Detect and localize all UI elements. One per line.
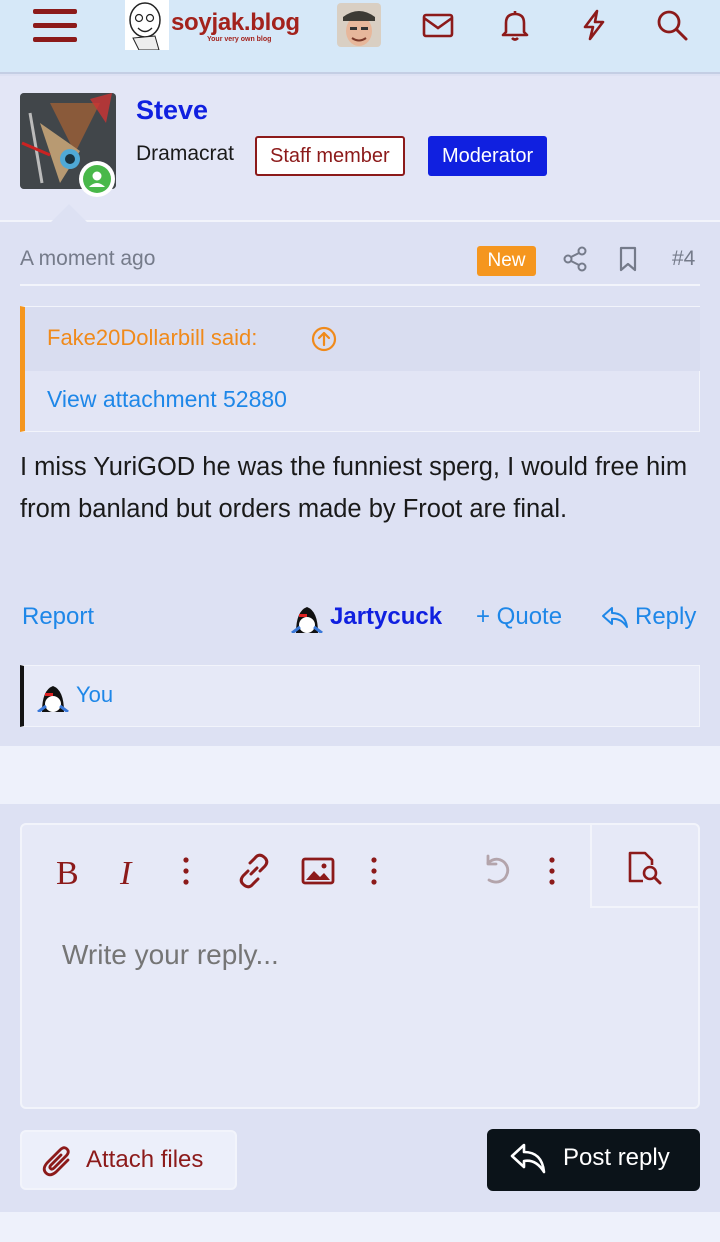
online-status-indicator — [79, 161, 115, 197]
post-author-card: Steve Dramacrat Staff member Moderator — [0, 76, 720, 222]
logo-tagline: Your very own blog — [207, 36, 272, 43]
quote-header: Fake20Dollarbill said: — [25, 307, 700, 371]
share-icon[interactable] — [561, 245, 589, 273]
bell-icon[interactable] — [498, 8, 532, 42]
bold-icon[interactable]: B — [48, 851, 88, 891]
quote-author[interactable]: Fake20Dollarbill said: — [47, 325, 257, 351]
menu-icon[interactable] — [33, 6, 77, 44]
report-link[interactable]: Report — [22, 603, 94, 631]
more-options-icon[interactable] — [166, 851, 206, 891]
more-options-icon[interactable] — [532, 851, 572, 891]
reply-label: Reply — [635, 603, 697, 630]
link-icon[interactable] — [234, 851, 274, 891]
reacting-username: Jartycuck — [330, 603, 443, 630]
divider — [20, 284, 700, 286]
reactions-bar[interactable]: You — [20, 665, 700, 727]
moderator-badge: Moderator — [428, 136, 548, 176]
author-username[interactable]: Steve — [136, 95, 208, 126]
search-icon[interactable] — [655, 8, 689, 42]
italic-icon[interactable]: I — [110, 851, 150, 891]
quote-button[interactable]: + Quote — [476, 603, 562, 631]
author-title: Dramacrat — [136, 142, 235, 165]
svg-text:I: I — [119, 855, 133, 891]
post-reply-label: Post reply — [563, 1144, 670, 1171]
avatar-image — [337, 3, 381, 47]
post-body: I miss YuriGOD he was the funniest sperg… — [20, 453, 688, 523]
reply-editor: B I — [20, 823, 700, 1109]
penguin-avatar-icon — [37, 686, 69, 712]
more-options-icon[interactable] — [354, 851, 394, 891]
card-pointer — [50, 204, 88, 223]
user-icon — [89, 171, 105, 187]
top-navigation-bar: soyjak.blog Your very own blog — [0, 0, 720, 74]
post-reply-button[interactable]: Post reply — [487, 1129, 700, 1191]
bookmark-icon[interactable] — [614, 245, 642, 273]
image-icon[interactable] — [298, 851, 338, 891]
svg-text:B: B — [56, 855, 79, 891]
arrow-up-circle-icon[interactable] — [310, 325, 338, 353]
post-number[interactable]: #4 — [672, 247, 695, 271]
staff-member-badge: Staff member — [255, 136, 405, 176]
quoted-post: Fake20Dollarbill said: View attachment 5… — [20, 306, 700, 432]
reaction-you-label[interactable]: You — [76, 682, 113, 708]
site-logo[interactable]: soyjak.blog Your very own blog — [125, 0, 305, 50]
separator-band — [0, 746, 720, 804]
user-avatar[interactable] — [337, 3, 381, 47]
logo-text: soyjak.blog — [171, 9, 300, 36]
reply-button[interactable]: Reply — [601, 601, 701, 635]
mail-icon[interactable] — [421, 8, 455, 42]
reply-icon — [510, 1143, 546, 1174]
reply-textbox[interactable] — [62, 930, 662, 980]
penguin-avatar-icon — [291, 607, 323, 633]
preview-icon — [628, 851, 662, 885]
new-badge: New — [477, 246, 536, 276]
post-date[interactable]: A moment ago — [20, 247, 155, 271]
attach-files-button[interactable]: Attach files — [20, 1130, 237, 1190]
lightning-icon[interactable] — [577, 8, 611, 42]
undo-icon[interactable] — [476, 851, 516, 891]
footer-band — [0, 1212, 720, 1242]
attach-files-label: Attach files — [86, 1146, 204, 1173]
soyjak-face-icon — [125, 0, 169, 50]
preview-button[interactable] — [590, 825, 700, 908]
reply-icon — [602, 607, 628, 628]
attachment-link[interactable]: View attachment 52880 — [47, 386, 287, 413]
paperclip-icon — [42, 1146, 70, 1177]
